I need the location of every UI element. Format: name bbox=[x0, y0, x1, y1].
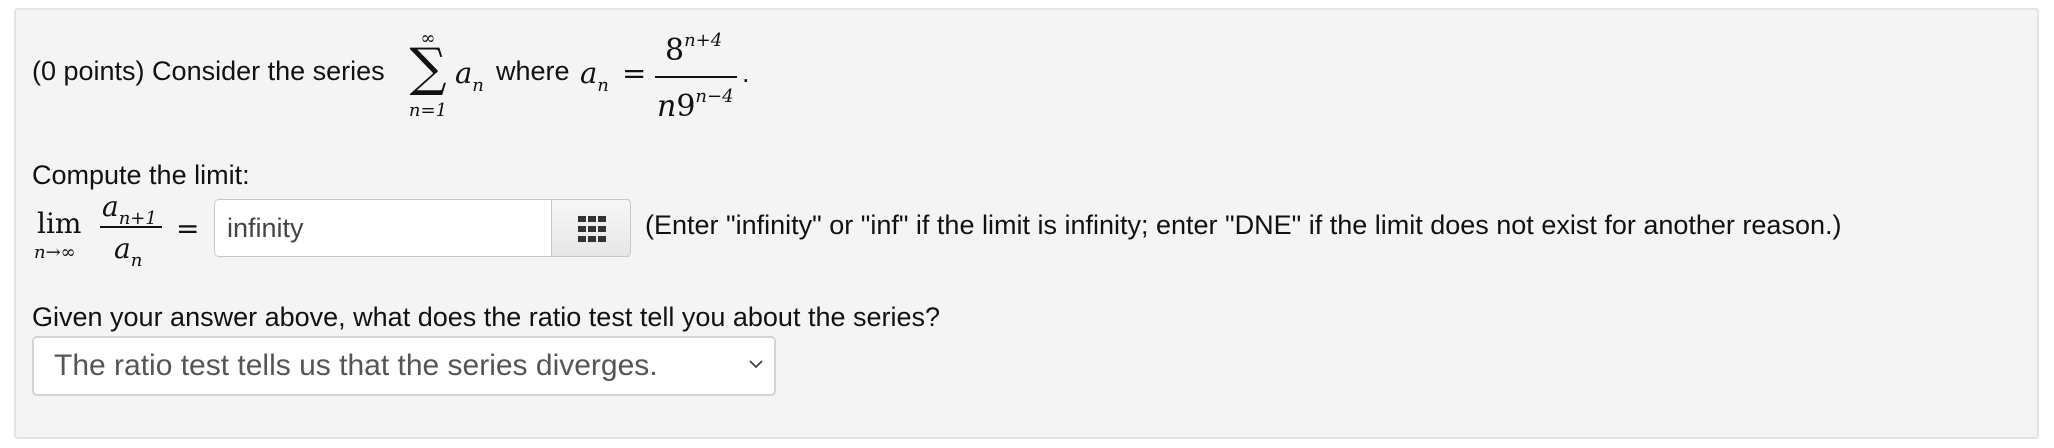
question-intro: (0 points) Consider the series bbox=[32, 56, 385, 86]
selected-option-label: The ratio test tells us that the series … bbox=[54, 349, 658, 382]
term-fraction: 8n+4 n9n−4 bbox=[655, 22, 737, 124]
ratio-fraction: an+1 an bbox=[100, 190, 162, 271]
limit-equals-sign: = bbox=[176, 212, 200, 245]
fraction-numerator: 8n+4 bbox=[665, 30, 723, 68]
fraction-denominator: n9n−4 bbox=[657, 86, 734, 124]
equation-palette-button[interactable] bbox=[551, 199, 631, 257]
sum-lower-limit: n=1 bbox=[408, 100, 448, 121]
grid-icon bbox=[578, 216, 606, 242]
answer-format-hint: (Enter "infinity" or "inf" if the limit … bbox=[645, 210, 1842, 240]
chevron-down-icon bbox=[749, 360, 763, 369]
period: . bbox=[742, 58, 750, 88]
where-text: where bbox=[496, 56, 570, 86]
ratio-test-prompt: Given your answer above, what does the r… bbox=[32, 302, 941, 332]
series-term: an bbox=[455, 56, 484, 96]
ratio-test-select[interactable]: The ratio test tells us that the series … bbox=[32, 336, 776, 396]
term-definition-lhs: an bbox=[580, 56, 609, 96]
lim-operator: lim bbox=[37, 207, 82, 240]
ratio-denominator: an bbox=[114, 232, 143, 271]
ratio-fraction-bar bbox=[100, 226, 162, 228]
compute-limit-prompt: Compute the limit: bbox=[32, 160, 250, 190]
sigma-symbol: ∑ bbox=[409, 38, 447, 98]
equals-sign: = bbox=[622, 56, 647, 90]
fraction-bar bbox=[655, 76, 737, 78]
lim-subscript: n→∞ bbox=[34, 242, 76, 263]
ratio-numerator: an+1 bbox=[102, 190, 157, 229]
